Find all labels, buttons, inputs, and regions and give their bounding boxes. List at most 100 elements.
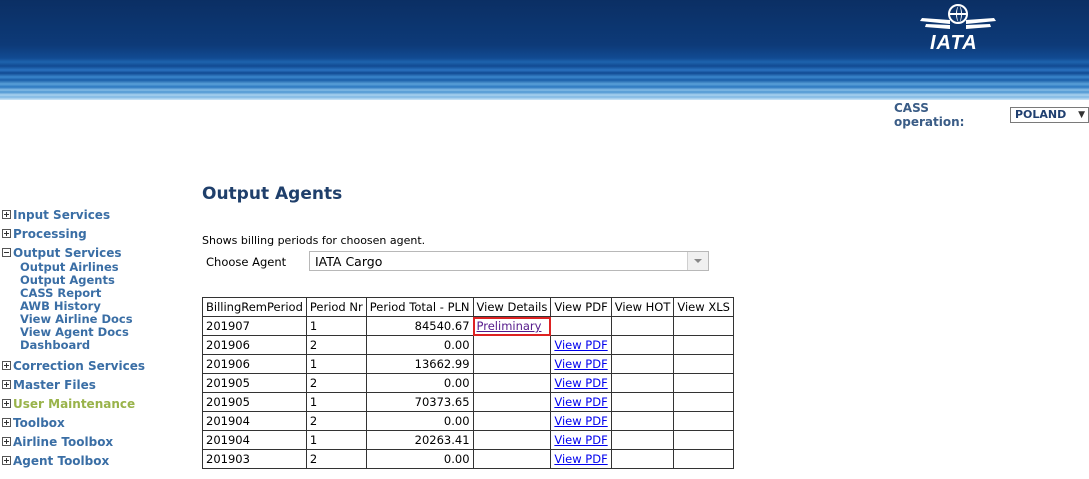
header-banner: IATA: [0, 0, 1089, 100]
table-cell: [472, 430, 552, 450]
table-row: 201906 2 0.00 View PDF: [202, 335, 734, 355]
view-pdf-link[interactable]: View PDF: [554, 338, 607, 352]
sidebar-item-master-files[interactable]: Master Files: [2, 377, 192, 396]
collapse-minus-icon[interactable]: [2, 248, 11, 257]
table-cell: 0.00: [365, 449, 474, 469]
expand-plus-icon[interactable]: [2, 437, 11, 446]
sidebar-item-correction-services[interactable]: Correction Services: [2, 358, 192, 377]
table-cell: [673, 373, 734, 393]
table-cell: 201904: [202, 430, 307, 450]
cass-operation-label: CASS operation:: [894, 101, 965, 129]
table-header-row: BillingRemPeriod Period Nr Period Total - …: [202, 297, 734, 317]
table-cell: Preliminary: [472, 316, 552, 336]
sidebar-item-agent-toolbox[interactable]: Agent Toolbox: [2, 453, 192, 472]
table-cell: [673, 354, 734, 374]
table-cell: 2: [305, 449, 367, 469]
cass-operation-select[interactable]: POLAND ▼: [1009, 107, 1089, 123]
table-cell: 201904: [202, 411, 307, 431]
choose-agent-select[interactable]: IATA Cargo: [309, 251, 709, 271]
view-pdf-link[interactable]: View PDF: [554, 433, 607, 447]
table-cell: [673, 411, 734, 431]
iata-logo[interactable]: IATA: [920, 4, 996, 54]
table-cell: [673, 392, 734, 412]
table-cell: 201905: [202, 373, 307, 393]
table-cell: [472, 354, 552, 374]
column-header: View XLS: [673, 297, 734, 317]
table-cell: [610, 411, 675, 431]
logo-text: IATA: [930, 32, 978, 54]
sidebar-item-label: Master Files: [13, 378, 96, 392]
table-row: 201907 1 84540.67 Preliminary: [202, 316, 734, 336]
table-cell: 201906: [202, 335, 307, 355]
table-cell: [472, 449, 552, 469]
sidebar-item-toolbox[interactable]: Toolbox: [2, 415, 192, 434]
table-cell: 2: [305, 335, 367, 355]
view-pdf-link[interactable]: View PDF: [554, 376, 607, 390]
table-cell: 20263.41: [365, 430, 474, 450]
cass-operation: CASS operation: POLAND ▼: [894, 101, 1089, 129]
sidebar-item-input-services[interactable]: Input Services: [2, 207, 192, 226]
expand-plus-icon[interactable]: [2, 380, 11, 389]
table-cell: 201905: [202, 392, 307, 412]
page-description: Shows billing periods for choosen agent.: [202, 234, 426, 247]
view-pdf-link[interactable]: View PDF: [554, 357, 607, 371]
view-details-link[interactable]: Preliminary: [477, 319, 542, 333]
table-cell: 201906: [202, 354, 307, 374]
table-cell: [673, 430, 734, 450]
table-cell: 0.00: [365, 373, 474, 393]
table-cell: 1: [305, 354, 367, 374]
column-header: BillingRemPeriod: [202, 297, 307, 317]
table-cell: [472, 373, 552, 393]
sidebar-sublist: Output Airlines Output Agents CASS Report A…: [2, 261, 192, 352]
sidebar-item-airline-toolbox[interactable]: Airline Toolbox: [2, 434, 192, 453]
table-row: 201904 1 20263.41 View PDF: [202, 430, 734, 450]
table-cell: [610, 392, 675, 412]
table-cell: [673, 316, 734, 336]
view-pdf-link[interactable]: View PDF: [554, 452, 607, 466]
table-row: 201906 1 13662.99 View PDF: [202, 354, 734, 374]
table-row: 201905 1 70373.65 View PDF: [202, 392, 734, 412]
table-cell: View PDF: [550, 354, 612, 374]
billing-periods-table: BillingRemPeriod Period Nr Period Total - …: [202, 297, 734, 469]
cass-operation-value: POLAND: [1014, 108, 1067, 121]
table-cell: View PDF: [550, 392, 612, 412]
expand-plus-icon[interactable]: [2, 229, 11, 238]
view-pdf-link[interactable]: View PDF: [554, 395, 607, 409]
table-cell: 201907: [202, 316, 307, 336]
table-cell: View PDF: [550, 430, 612, 450]
table-cell: [550, 316, 612, 336]
dropdown-arrow-icon[interactable]: [687, 252, 708, 270]
expand-plus-icon[interactable]: [2, 361, 11, 370]
table-row: 201905 2 0.00 View PDF: [202, 373, 734, 393]
table-cell: [673, 449, 734, 469]
sidebar-item-label: Airline Toolbox: [13, 435, 114, 449]
sidebar-item-user-maintenance[interactable]: User Maintenance: [2, 396, 192, 415]
sidebar-item-processing[interactable]: Processing: [2, 226, 192, 245]
table-cell: [610, 335, 675, 355]
table-cell: [610, 373, 675, 393]
right-wing-icon: [966, 18, 996, 29]
table-cell: [472, 411, 552, 431]
table-cell: 70373.65: [365, 392, 474, 412]
table-cell: [673, 335, 734, 355]
table-cell: 1: [305, 430, 367, 450]
sidebar-nav: Input Services Processing Output Services O…: [2, 207, 192, 472]
sidebar-subitem-dashboard[interactable]: Dashboard: [2, 339, 192, 352]
globe-icon: [948, 4, 968, 24]
table-cell: 2: [305, 373, 367, 393]
expand-plus-icon[interactable]: [2, 210, 11, 219]
table-cell: 0.00: [365, 335, 474, 355]
sidebar-item-label: User Maintenance: [13, 397, 136, 411]
table-cell: View PDF: [550, 449, 612, 469]
sidebar-item-label: Input Services: [13, 208, 111, 222]
expand-plus-icon[interactable]: [2, 418, 11, 427]
table-cell: [610, 430, 675, 450]
column-header: View Details: [472, 297, 552, 317]
expand-plus-icon[interactable]: [2, 456, 11, 465]
table-row: 201903 2 0.00 View PDF: [202, 449, 734, 469]
expand-plus-icon[interactable]: [2, 399, 11, 408]
view-pdf-link[interactable]: View PDF: [554, 414, 607, 428]
table-cell: 1: [305, 316, 367, 336]
table-row: 201904 2 0.00 View PDF: [202, 411, 734, 431]
table-cell: [610, 354, 675, 374]
